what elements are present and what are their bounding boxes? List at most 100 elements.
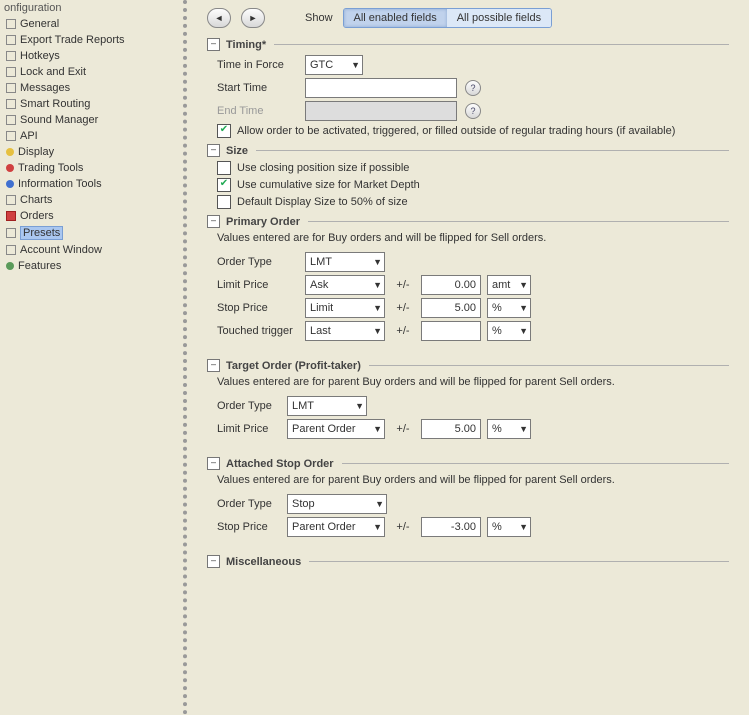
sidebar-item-label: Hotkeys	[20, 50, 60, 62]
chevron-down-icon: ▼	[519, 326, 528, 336]
chevron-down-icon: ▼	[373, 303, 382, 313]
sidebar-item-label: Account Window	[20, 244, 102, 256]
misc-title: Miscellaneous	[226, 556, 301, 568]
primary-stop-value-input[interactable]: 5.00	[421, 298, 481, 318]
chevron-down-icon: ▼	[373, 522, 382, 532]
sidebar-item-label: Sound Manager	[20, 114, 98, 126]
sidebar-item-label: Information Tools	[18, 178, 102, 190]
attached-stop-value-input[interactable]: -3.00	[421, 517, 481, 537]
target-limit-value-input[interactable]: 5.00	[421, 419, 481, 439]
sidebar-item-presets[interactable]: Presets	[0, 224, 183, 242]
timing-title: Timing*	[226, 39, 266, 51]
primary-limit-base-select[interactable]: Ask▼	[305, 275, 385, 295]
chevron-down-icon: ▼	[373, 257, 382, 267]
primary-order-type-select[interactable]: LMT▼	[305, 252, 385, 272]
start-time-label: Start Time	[217, 82, 305, 94]
target-limit-price-label: Limit Price	[217, 423, 287, 435]
help-icon[interactable]: ?	[465, 103, 481, 119]
show-label: Show	[305, 12, 333, 24]
touched-unit-select[interactable]: %▼	[487, 321, 531, 341]
primary-limit-price-label: Limit Price	[217, 279, 305, 291]
chevron-down-icon: ▼	[373, 280, 382, 290]
sidebar-item-label: Display	[18, 146, 54, 158]
attached-stop-price-label: Stop Price	[217, 521, 287, 533]
sidebar-item-general[interactable]: General	[0, 16, 183, 32]
sidebar-item-label: Export Trade Reports	[20, 34, 125, 46]
sidebar-item-account-window[interactable]: Account Window	[0, 242, 183, 258]
primary-toggle[interactable]: –	[207, 215, 220, 228]
primary-hint: Values entered are for Buy orders and wi…	[217, 232, 729, 244]
sidebar: onfiguration General Export Trade Reports…	[0, 0, 187, 715]
closing-position-label: Use closing position size if possible	[237, 162, 409, 174]
chevron-down-icon: ▼	[351, 60, 360, 70]
chevron-down-icon: ▼	[519, 424, 528, 434]
plus-minus-label: +/-	[391, 279, 415, 291]
primary-stop-unit-select[interactable]: %▼	[487, 298, 531, 318]
plus-minus-label: +/-	[391, 302, 415, 314]
allow-outside-hours-checkbox[interactable]: ✔	[217, 124, 231, 138]
chevron-down-icon: ▼	[375, 499, 384, 509]
sidebar-item-hotkeys[interactable]: Hotkeys	[0, 48, 183, 64]
time-in-force-select[interactable]: GTC▼	[305, 55, 363, 75]
target-title: Target Order (Profit-taker)	[226, 360, 361, 372]
help-icon[interactable]: ?	[465, 80, 481, 96]
time-in-force-label: Time in Force	[217, 59, 305, 71]
target-hint: Values entered are for parent Buy orders…	[217, 376, 729, 388]
attached-order-type-label: Order Type	[217, 498, 287, 510]
target-order-type-select[interactable]: LMT▼	[287, 396, 367, 416]
start-time-input[interactable]	[305, 78, 457, 98]
sidebar-item-information-tools[interactable]: Information Tools	[0, 176, 183, 192]
sidebar-item-api[interactable]: API	[0, 128, 183, 144]
timing-toggle[interactable]: –	[207, 38, 220, 51]
target-limit-base-select[interactable]: Parent Order▼	[287, 419, 385, 439]
attached-stop-unit-select[interactable]: %▼	[487, 517, 531, 537]
sidebar-item-trading-tools[interactable]: Trading Tools	[0, 160, 183, 176]
attached-order-type-select[interactable]: Stop▼	[287, 494, 387, 514]
primary-order-type-label: Order Type	[217, 256, 305, 268]
sidebar-item-features[interactable]: Features	[0, 258, 183, 274]
cumulative-size-checkbox[interactable]: ✔	[217, 178, 231, 192]
touched-base-select[interactable]: Last▼	[305, 321, 385, 341]
sidebar-item-label: Messages	[20, 82, 70, 94]
attached-stop-base-select[interactable]: Parent Order▼	[287, 517, 385, 537]
default-display-label: Default Display Size to 50% of size	[237, 196, 408, 208]
primary-stop-base-select[interactable]: Limit▼	[305, 298, 385, 318]
main-panel: ◄ ► Show All enabled fields All possible…	[187, 0, 749, 715]
chevron-down-icon: ▼	[519, 522, 528, 532]
sidebar-item-charts[interactable]: Charts	[0, 192, 183, 208]
chevron-down-icon: ▼	[519, 280, 528, 290]
closing-position-checkbox[interactable]	[217, 161, 231, 175]
nav-forward-button[interactable]: ►	[241, 8, 265, 28]
sidebar-item-label: Lock and Exit	[20, 66, 86, 78]
chevron-down-icon: ▼	[373, 326, 382, 336]
sidebar-item-label: Features	[18, 260, 61, 272]
primary-limit-unit-select[interactable]: amt▼	[487, 275, 531, 295]
nav-back-button[interactable]: ◄	[207, 8, 231, 28]
target-limit-unit-select[interactable]: %▼	[487, 419, 531, 439]
show-possible-button[interactable]: All possible fields	[447, 9, 551, 27]
default-display-checkbox[interactable]	[217, 195, 231, 209]
sidebar-item-display[interactable]: Display	[0, 144, 183, 160]
sidebar-item-messages[interactable]: Messages	[0, 80, 183, 96]
touched-trigger-label: Touched trigger	[217, 325, 305, 337]
cumulative-size-label: Use cumulative size for Market Depth	[237, 179, 420, 191]
sidebar-item-orders[interactable]: Orders	[0, 208, 183, 224]
misc-toggle[interactable]: –	[207, 555, 220, 568]
target-toggle[interactable]: –	[207, 359, 220, 372]
sidebar-item-label: Smart Routing	[20, 98, 90, 110]
touched-value-input[interactable]	[421, 321, 481, 341]
sidebar-item-lock-and-exit[interactable]: Lock and Exit	[0, 64, 183, 80]
sidebar-item-label: Orders	[20, 210, 54, 222]
sidebar-item-sound-manager[interactable]: Sound Manager	[0, 112, 183, 128]
sidebar-header: onfiguration	[0, 0, 183, 16]
show-enabled-button[interactable]: All enabled fields	[344, 9, 447, 27]
size-toggle[interactable]: –	[207, 144, 220, 157]
attached-title: Attached Stop Order	[226, 458, 334, 470]
primary-title: Primary Order	[226, 216, 300, 228]
attached-toggle[interactable]: –	[207, 457, 220, 470]
sidebar-item-export-trade-reports[interactable]: Export Trade Reports	[0, 32, 183, 48]
primary-stop-price-label: Stop Price	[217, 302, 305, 314]
sidebar-item-smart-routing[interactable]: Smart Routing	[0, 96, 183, 112]
sidebar-item-label: Presets	[20, 226, 63, 240]
primary-limit-value-input[interactable]: 0.00	[421, 275, 481, 295]
